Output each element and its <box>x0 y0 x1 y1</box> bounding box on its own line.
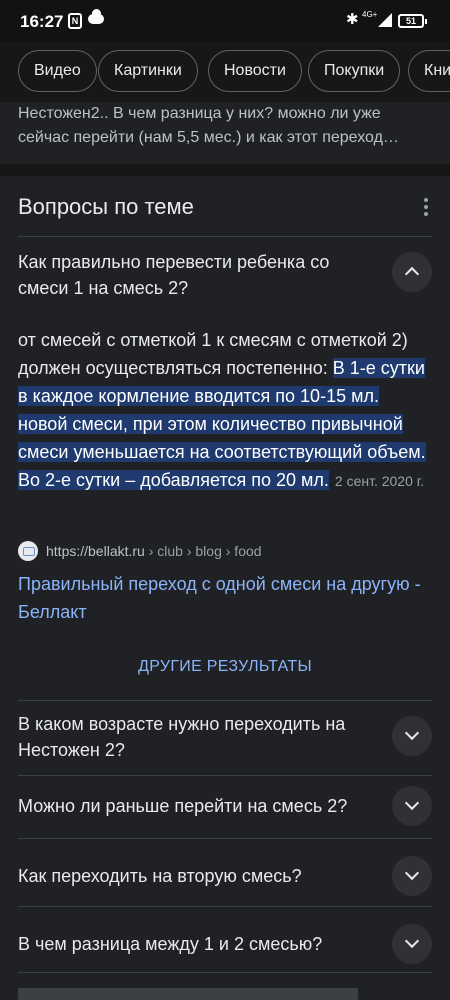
chevron-down-icon <box>404 933 420 949</box>
status-bar: 16:27 N ✱ 4G+ 51 <box>0 0 450 42</box>
more-results-button[interactable]: ДРУГИЕ РЕЗУЛЬТАТЫ <box>0 658 450 676</box>
section-divider <box>0 164 450 176</box>
result-title-link[interactable]: Правильный переход с одной смеси на друг… <box>18 570 438 626</box>
chevron-up-icon <box>404 266 420 282</box>
divider <box>18 700 432 701</box>
chevron-down-icon <box>404 795 420 811</box>
source-domain: https://bellakt.ru <box>46 543 145 559</box>
divider <box>18 838 432 839</box>
tab-news[interactable]: Новости <box>208 50 302 92</box>
divider <box>18 972 432 973</box>
question-item[interactable]: В каком возрасте нужно переходить на Нес… <box>18 711 368 763</box>
more-options-icon[interactable] <box>422 198 430 216</box>
status-time: 16:27 <box>20 12 64 31</box>
divider <box>18 236 432 237</box>
source-breadcrumb: › club › blog › food <box>144 543 262 559</box>
divider <box>18 906 432 907</box>
chevron-down-icon <box>404 725 420 741</box>
question-item[interactable]: Как переходить на вторую смесь? <box>18 863 368 889</box>
bluetooth-icon: ✱ <box>346 11 359 28</box>
tab-shopping[interactable]: Покупки <box>308 50 401 92</box>
question-item[interactable]: Можно ли раньше перейти на смесь 2? <box>18 793 368 819</box>
chevron-down-icon <box>404 865 420 881</box>
related-questions-title: Вопросы по теме <box>18 194 194 219</box>
nfc-icon: N <box>68 13 82 29</box>
expand-button[interactable] <box>392 716 432 756</box>
network-type: 4G+ <box>362 10 378 19</box>
cloud-icon <box>88 9 104 24</box>
answer-highlight: Во 2-е сутки – добавляется по 20 мл. <box>18 470 329 490</box>
expand-button[interactable] <box>392 924 432 964</box>
answer-date: 2 сент. 2020 г. <box>334 473 425 489</box>
previous-result-snippet: Нестожен2.. В чем разница у них? можно л… <box>18 105 399 146</box>
signal-icon <box>378 13 392 27</box>
site-favicon-icon <box>18 541 38 561</box>
tab-video[interactable]: Видео <box>18 50 97 92</box>
tab-images[interactable]: Картинки <box>98 50 198 92</box>
collapse-button[interactable] <box>392 252 432 292</box>
expand-button[interactable] <box>392 856 432 896</box>
next-question-partial <box>18 988 432 1000</box>
question-expanded[interactable]: Как правильно перевести ребенка со смеси… <box>18 249 368 301</box>
battery-icon: 51 <box>398 14 427 28</box>
answer-text: от смесей с отметкой 1 к смесям с отметк… <box>18 326 432 495</box>
expand-button[interactable] <box>392 786 432 826</box>
divider <box>18 775 432 776</box>
search-tabs: Видео Картинки Новости Покупки Кни <box>0 42 450 102</box>
tab-books[interactable]: Кни <box>408 50 450 92</box>
source-url: https://bellakt.ru › club › blog › food <box>46 543 262 559</box>
question-item[interactable]: В чем разница между 1 и 2 смесью? <box>18 931 368 957</box>
